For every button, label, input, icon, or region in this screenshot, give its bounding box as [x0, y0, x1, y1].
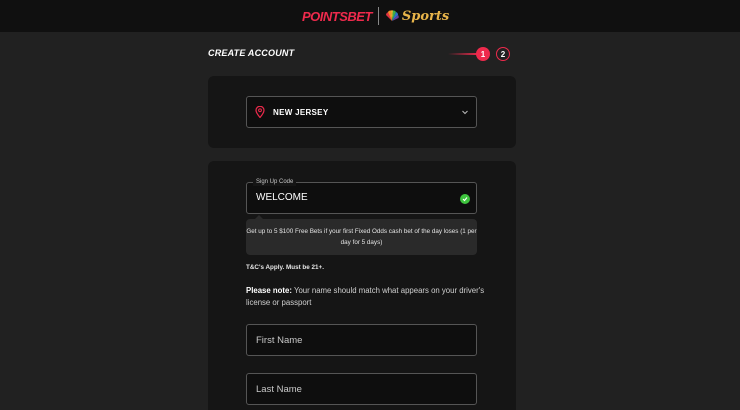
promo-text: Get up to 5 $100 Free Bets if your first…	[246, 228, 477, 246]
signup-code-label: Sign Up Code	[253, 178, 297, 186]
first-name-placeholder: First Name	[256, 335, 303, 346]
step-progress-line	[448, 53, 478, 55]
first-name-input[interactable]: First Name	[246, 324, 477, 356]
page-title: CREATE ACCOUNT	[208, 48, 295, 58]
logo-divider	[377, 7, 379, 25]
brand-logo[interactable]: POINTSBET Sports	[302, 6, 449, 26]
step-indicator: 1 2	[448, 46, 512, 62]
signup-code-input[interactable]: Sign Up Code WELCOME	[246, 178, 477, 214]
chevron-down-icon	[462, 110, 468, 115]
state-select-value: NEW JERSEY	[273, 107, 329, 117]
step-1: 1	[476, 47, 490, 61]
check-circle-icon	[460, 194, 470, 204]
state-card: NEW JERSEY	[208, 76, 516, 148]
location-pin-icon	[255, 106, 265, 118]
name-note: Please note: Your name should match what…	[246, 285, 486, 309]
signup-code-value: WELCOME	[256, 192, 308, 203]
step-2: 2	[496, 47, 510, 61]
note-label: Please note:	[246, 286, 292, 295]
tooltip-arrow	[254, 215, 264, 220]
peacock-icon	[385, 10, 399, 21]
promo-tooltip: Get up to 5 $100 Free Bets if your first…	[246, 215, 477, 255]
signup-form-card: Sign Up Code WELCOME Get up to 5 $100 Fr…	[208, 161, 516, 410]
terms-text: T&C's Apply. Must be 21+.	[246, 264, 324, 271]
pointsbet-wordmark: POINTSBET	[302, 8, 372, 24]
top-bar: POINTSBET Sports	[0, 0, 740, 32]
sports-wordmark: Sports	[401, 8, 450, 24]
last-name-input[interactable]: Last Name	[246, 373, 477, 405]
state-select[interactable]: NEW JERSEY	[246, 96, 477, 128]
last-name-placeholder: Last Name	[256, 384, 302, 395]
